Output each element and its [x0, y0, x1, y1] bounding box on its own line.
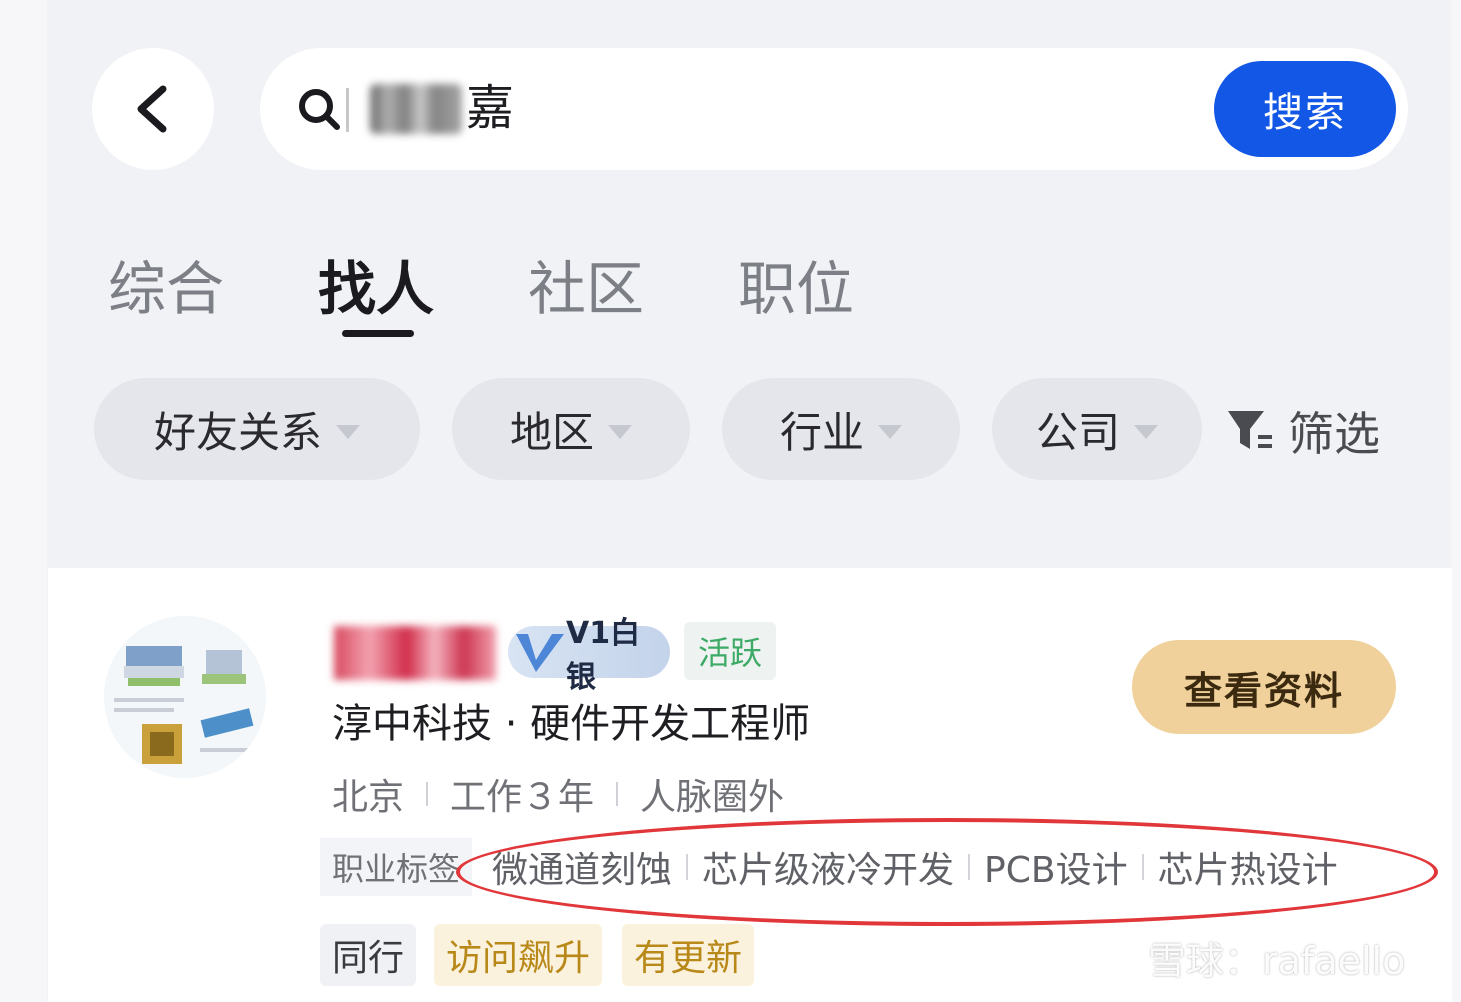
- funnel-icon: [1228, 411, 1272, 449]
- view-profile-button[interactable]: 查看资料: [1132, 640, 1396, 734]
- network-relation: 人脉圈外: [640, 777, 785, 818]
- location: 北京: [332, 777, 405, 818]
- active-tab-indicator: [342, 330, 414, 337]
- tag-peer: 同行: [320, 924, 417, 986]
- work-years: 工作３年: [450, 777, 595, 818]
- filter-industry-label: 行业: [779, 407, 864, 457]
- chevron-left-icon: [137, 85, 167, 133]
- dropdown-arrow-icon: [1134, 425, 1158, 439]
- tab-overview[interactable]: 综合: [108, 252, 224, 326]
- search-query-redacted: [370, 84, 462, 134]
- membership-badge: V1白银: [508, 616, 670, 695]
- membership-badge-label: V1白银: [566, 616, 641, 695]
- filter-relationship[interactable]: 好友关系: [94, 378, 420, 480]
- tab-community[interactable]: 社区: [528, 252, 644, 326]
- dropdown-arrow-icon: [608, 425, 632, 439]
- watermark-text: 雪球：rafaello: [1148, 939, 1406, 983]
- tag-visits-surging: 访问飙升: [434, 924, 603, 986]
- watermark: 雪球：rafaello: [1086, 930, 1405, 985]
- text-cursor: [346, 88, 349, 132]
- filter-all-button[interactable]: 筛选: [1226, 398, 1380, 464]
- filter-all-label: 筛选: [1288, 407, 1380, 461]
- person-meta: 北京 工作３年 人脉圈外: [332, 768, 784, 820]
- right-edge: [1451, 0, 1461, 1002]
- filter-company-label: 公司: [1035, 407, 1120, 457]
- active-status-badge: 活跃: [684, 622, 776, 680]
- snowball-logo-icon: [1088, 933, 1136, 982]
- filter-relationship-label: 好友关系: [153, 407, 322, 457]
- filter-industry[interactable]: 行业: [722, 378, 960, 480]
- divider: [426, 782, 429, 806]
- tab-people[interactable]: 找人: [318, 252, 434, 326]
- person-name-redacted: [334, 626, 496, 680]
- left-edge: [0, 0, 47, 1002]
- divider: [616, 782, 619, 806]
- company-title: 淳中科技 · 硬件开发工程师: [332, 701, 811, 747]
- search-input-value[interactable]: 嘉: [466, 78, 514, 138]
- avatar[interactable]: [104, 616, 266, 778]
- dropdown-arrow-icon: [878, 425, 902, 439]
- search-button[interactable]: 搜索: [1214, 61, 1396, 157]
- back-button[interactable]: [92, 48, 214, 170]
- v-level-icon: [516, 634, 564, 672]
- annotation-ellipse: [456, 818, 1438, 926]
- search-bar[interactable]: 嘉 搜索: [260, 48, 1408, 170]
- career-tags-label: 职业标签: [320, 838, 473, 896]
- tab-jobs[interactable]: 职位: [738, 252, 854, 326]
- filter-region[interactable]: 地区: [452, 378, 690, 480]
- filter-company[interactable]: 公司: [992, 378, 1202, 480]
- tag-updated: 有更新: [622, 924, 755, 986]
- dropdown-arrow-icon: [336, 425, 360, 439]
- filter-region-label: 地区: [509, 407, 594, 457]
- search-icon: [299, 89, 340, 130]
